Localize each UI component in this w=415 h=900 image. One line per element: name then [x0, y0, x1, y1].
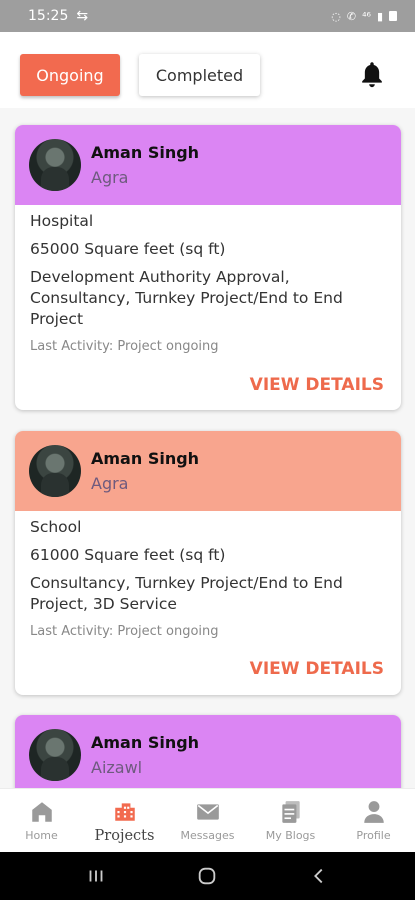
project-type: Hospital: [30, 212, 94, 230]
project-area: 61000 Square feet (sq ft): [30, 546, 226, 564]
avatar: [29, 445, 81, 497]
nav-profile-label: Profile: [356, 829, 391, 842]
bottom-navigation: Home Projects Messages My Blogs Profile: [0, 788, 415, 852]
avatar: [29, 729, 81, 781]
last-activity: Last Activity: Project ongoing: [30, 339, 219, 354]
wifi-call-icon: ✆: [346, 9, 357, 23]
back-icon[interactable]: [308, 865, 330, 887]
nav-blogs[interactable]: My Blogs: [249, 789, 332, 852]
signal-icon: ▮: [376, 9, 383, 23]
projects-icon: [114, 802, 135, 821]
project-card[interactable]: Aman Singh Aizawl: [15, 715, 401, 788]
nav-profile[interactable]: Profile: [332, 789, 415, 852]
nav-projects[interactable]: Projects: [83, 789, 166, 852]
client-name: Aman Singh: [91, 449, 200, 468]
notification-bell-icon[interactable]: [358, 60, 386, 90]
nav-messages[interactable]: Messages: [166, 789, 249, 852]
recent-apps-icon[interactable]: [85, 865, 107, 887]
project-type: School: [30, 518, 82, 536]
project-area: 65000 Square feet (sq ft): [30, 240, 226, 258]
tab-completed[interactable]: Completed: [139, 54, 260, 96]
project-list[interactable]: Aman Singh Agra Hospital 65000 Square fe…: [0, 108, 415, 788]
client-city: Agra: [91, 168, 129, 187]
profile-icon: [363, 801, 384, 823]
client-city: Aizawl: [91, 758, 143, 777]
client-city: Agra: [91, 474, 129, 493]
battery-icon: [389, 11, 397, 21]
client-name: Aman Singh: [91, 143, 200, 162]
card-header: Aman Singh Agra: [15, 431, 401, 511]
status-bar: 15:25 ⇆ ◌ ✆ ⁴⁶ ▮: [0, 0, 415, 32]
project-services: Consultancy, Turnkey Project/End to End …: [30, 574, 343, 613]
status-time: 15:25: [28, 8, 69, 24]
last-activity: Last Activity: Project ongoing: [30, 624, 219, 639]
home-button-icon[interactable]: [196, 865, 218, 887]
nav-home[interactable]: Home: [0, 789, 83, 852]
avatar: [29, 139, 81, 191]
mail-icon: [196, 804, 219, 820]
client-name: Aman Singh: [91, 733, 200, 752]
project-services: Development Authority Approval, Consulta…: [30, 268, 343, 328]
project-card[interactable]: Aman Singh Agra School 61000 Square feet…: [15, 431, 401, 695]
card-header: Aman Singh Aizawl: [15, 715, 401, 788]
card-header: Aman Singh Agra: [15, 125, 401, 205]
network-icon: ⁴⁶: [362, 9, 371, 23]
blog-icon: [281, 801, 300, 823]
nav-messages-label: Messages: [180, 829, 235, 842]
view-details-button[interactable]: VIEW DETAILS: [250, 375, 384, 395]
tab-ongoing[interactable]: Ongoing: [20, 54, 120, 96]
system-navigation-bar: [0, 852, 415, 900]
home-icon: [31, 802, 52, 822]
header: Ongoing Completed: [0, 32, 415, 108]
project-card[interactable]: Aman Singh Agra Hospital 65000 Square fe…: [15, 125, 401, 410]
nav-projects-label: Projects: [94, 827, 155, 844]
hotspot-icon: ◌: [331, 9, 341, 23]
nav-blogs-label: My Blogs: [265, 829, 316, 842]
nav-home-label: Home: [25, 829, 58, 842]
sync-icon: ⇆: [76, 8, 89, 24]
view-details-button[interactable]: VIEW DETAILS: [250, 659, 384, 679]
